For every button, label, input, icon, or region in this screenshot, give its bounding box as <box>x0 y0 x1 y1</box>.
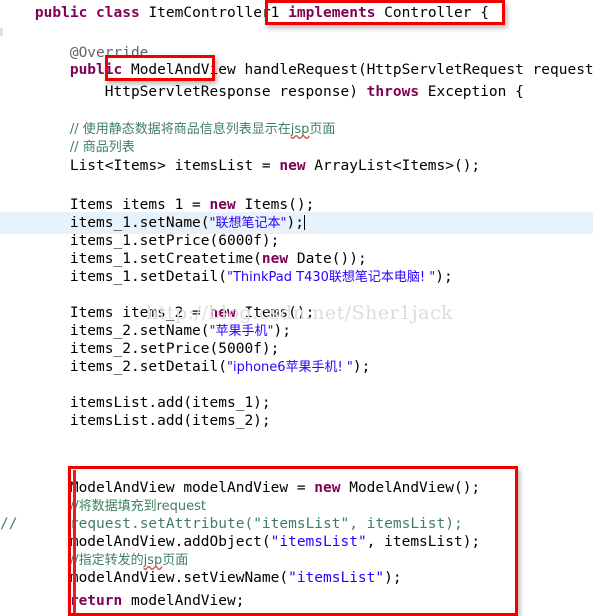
keyword-implements: implements <box>288 5 376 21</box>
code-line[interactable]: List<Items> itemsList = new ArrayList<It… <box>0 155 593 177</box>
list-declaration-start: List<Items> itemsList = <box>69 158 280 174</box>
keyword-public: public <box>34 5 88 21</box>
items1-setcreatetime-close: Date()); <box>288 251 367 267</box>
code-line[interactable]: items_2.setDetail("iphone6苹果手机! "); <box>0 356 593 378</box>
class-name: ItemController1 <box>148 5 280 21</box>
mav-addobject-call: modelAndView.addObject( <box>69 534 271 550</box>
request-setattribute-call: request.setAttribute( <box>69 516 254 532</box>
mav-addobject-string: "itemsList" <box>270 534 367 550</box>
code-editor[interactable]: public class ItemController1 implements … <box>0 0 593 616</box>
keyword-new: new <box>314 480 341 496</box>
items2-setprice-call: items_2.setPrice(5000f); <box>69 341 280 357</box>
items1-setdetail-close: ); <box>435 269 453 285</box>
items2-setdetail-close: ); <box>352 359 371 375</box>
code-line[interactable]: public class ItemController1 implements … <box>0 2 593 24</box>
items2-setname-string: "苹果手机" <box>209 324 274 339</box>
keyword-class: class <box>96 5 140 21</box>
items2-setdetail-string: "iphone6苹果手机! " <box>226 360 353 375</box>
mav-declaration-start: ModelAndView modelAndView = <box>69 480 315 496</box>
keyword-new: new <box>279 158 306 174</box>
items1-declaration-end: Items(); <box>235 197 315 213</box>
items2-setdetail-call: items_2.setDetail( <box>69 359 227 375</box>
code-line[interactable]: public ModelAndView handleRequest(HttpSe… <box>0 59 593 81</box>
keyword-public: public <box>69 62 123 78</box>
mav-addobject-close: , itemsList); <box>366 534 481 550</box>
items1-setname-close: ); <box>286 215 304 231</box>
items1-setdetail-string: "ThinkPad T430联想笔记本电脑! " <box>226 270 436 285</box>
list-add-items2: itemsList.add(items_2); <box>69 413 271 429</box>
comment-forward-jsp: //指定转发的jsp页面 <box>69 553 189 568</box>
keyword-new: new <box>209 305 236 321</box>
return-type-model-and-view: ModelAndView <box>130 62 236 78</box>
items1-setcreatetime-call: items_1.setCreatetime( <box>69 251 262 267</box>
keyword-return: return <box>69 593 123 609</box>
request-setattribute-string: "itemsList" <box>253 516 350 532</box>
return-value: modelAndView; <box>122 593 245 609</box>
exception-type: Exception { <box>427 84 524 100</box>
comment-fill-request: //将数据填充到request <box>69 499 207 514</box>
mav-declaration-end: ModelAndView(); <box>340 480 481 496</box>
keyword-throws: throws <box>366 84 420 100</box>
method-signature: handleRequest(HttpServletRequest request… <box>244 62 593 78</box>
comment-static-data: // 使用静态数据将商品信息列表显示在jsp页面 <box>69 122 336 137</box>
items1-setdetail-call: items_1.setDetail( <box>69 269 227 285</box>
items2-declaration-end: Items(); <box>235 305 315 321</box>
method-param-response: HttpServletResponse response) <box>104 84 358 100</box>
items2-declaration-start: Items items_2 = <box>69 305 210 321</box>
code-line[interactable]: return modelAndView; <box>0 590 593 612</box>
change-bar <box>73 470 76 614</box>
items1-setname-string: "联想笔记本" <box>209 216 287 231</box>
mav-setviewname-close: ); <box>384 570 402 586</box>
items1-declaration-start: Items items_1 = <box>69 197 210 213</box>
keyword-new: new <box>261 251 289 267</box>
mav-setviewname-call: modelAndView.setViewName( <box>69 570 289 586</box>
keyword-new: new <box>209 197 236 213</box>
interface-name: Controller <box>384 5 472 21</box>
text-caret <box>303 215 305 230</box>
comment-items-list: // 商品列表 <box>69 140 135 155</box>
items1-setname-call: items_1.setName( <box>69 215 210 231</box>
gutter-comment-marker: // <box>0 516 18 532</box>
code-line[interactable]: items_1.setDetail("ThinkPad T430联想笔记本电脑!… <box>0 266 593 288</box>
code-line[interactable]: itemsList.add(items_2); <box>0 410 593 432</box>
brace-open: { <box>480 5 489 21</box>
mav-setviewname-string: "itemsList" <box>288 570 385 586</box>
code-text-layer[interactable]: public class ItemController1 implements … <box>0 0 593 614</box>
items2-setname-close: ); <box>273 323 291 339</box>
list-add-items1: itemsList.add(items_1); <box>69 395 271 411</box>
request-setattribute-close: , itemsList); <box>349 516 463 532</box>
code-line[interactable]: modelAndView.setViewName("itemsList"); <box>0 567 593 589</box>
items2-setname-call: items_2.setName( <box>69 323 210 339</box>
list-declaration-end: ArrayList<Items>(); <box>305 158 481 174</box>
code-line[interactable]: HttpServletResponse response) throws Exc… <box>0 81 593 103</box>
items1-setprice-call: items_1.setPrice(6000f); <box>69 233 280 249</box>
